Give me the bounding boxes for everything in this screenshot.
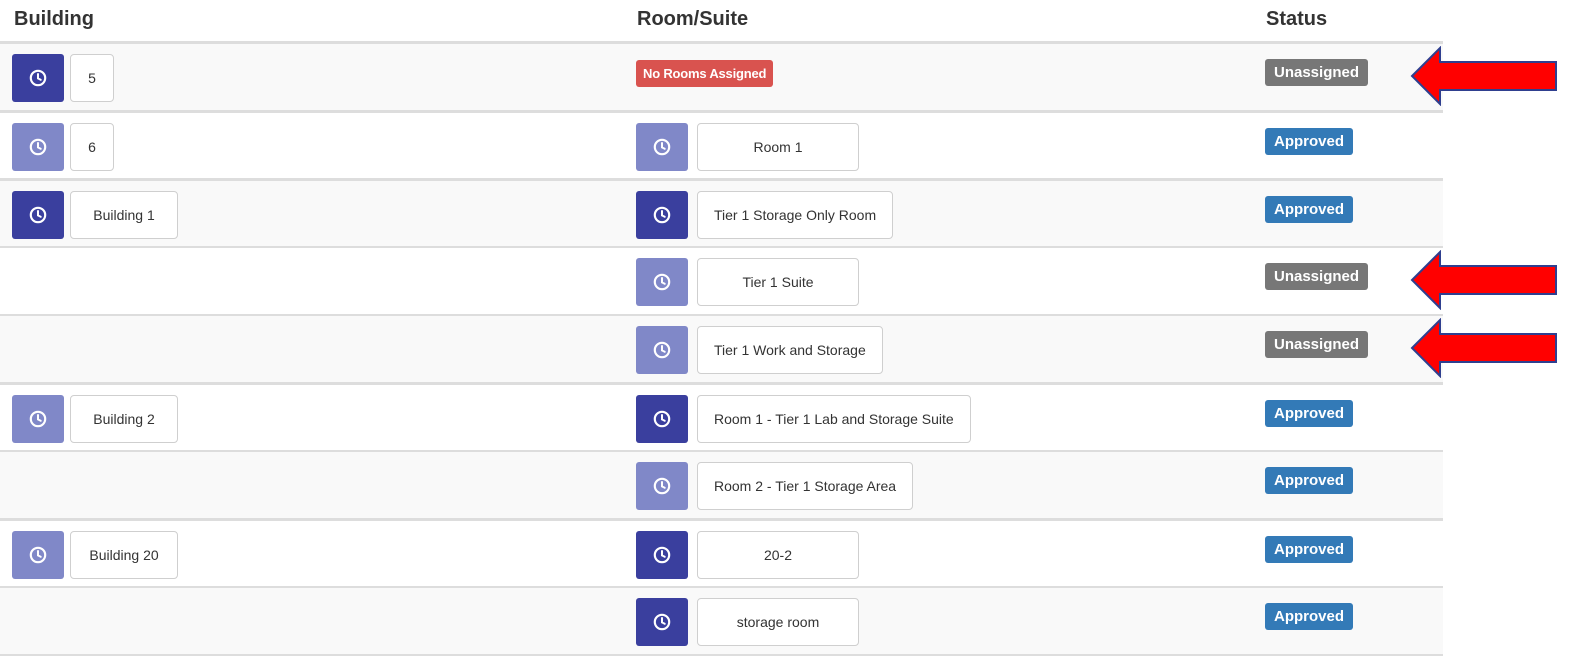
clock-button[interactable] [636,395,688,443]
clock-icon [653,477,671,495]
clock-icon [29,546,47,564]
table-row: Room 2 - Tier 1 Storage Area Approved [0,452,1443,520]
clock-button[interactable] [636,598,688,646]
table-row: Building 20 20-2 Approved [0,520,1443,588]
clock-button[interactable] [12,191,64,239]
red-arrow-annotation [1410,45,1558,107]
no-rooms-badge: No Rooms Assigned [636,60,774,87]
status-badge: Approved [1265,467,1354,494]
clock-button[interactable] [12,54,64,102]
table-row: Building 2 Room 1 - Tier 1 Lab and Storag… [0,384,1443,452]
status-badge: Approved [1265,196,1354,223]
room-name[interactable]: storage room [697,598,859,646]
clock-button[interactable] [636,531,688,579]
clock-icon [653,546,671,564]
red-arrow-annotation [1410,249,1558,311]
room-name[interactable]: Tier 1 Work and Storage [697,326,883,374]
clock-button[interactable] [12,531,64,579]
clock-icon [29,138,47,156]
status-badge: Approved [1265,603,1354,630]
status-badge: Approved [1265,400,1354,427]
table-row: Building 1 Tier 1 Storage Only Room Approv… [0,180,1443,248]
column-header-building: Building [14,8,94,30]
status-badge: Approved [1265,128,1354,155]
clock-button[interactable] [636,191,688,239]
red-arrow-annotation [1410,317,1558,379]
clock-icon [29,206,47,224]
column-header-status: Status [1266,8,1328,30]
table-row: 5 No Rooms Assigned Unassigned [0,44,1443,112]
status-badge: Approved [1265,536,1354,563]
table-row: storage room Approved [0,588,1443,656]
clock-button[interactable] [12,123,64,171]
room-name[interactable]: 20-2 [697,531,859,579]
clock-button[interactable] [636,462,688,510]
clock-button[interactable] [12,395,64,443]
status-badge: Unassigned [1265,331,1369,358]
room-name[interactable]: Tier 1 Suite [697,258,859,306]
clock-icon [653,410,671,428]
status-badge: Unassigned [1265,59,1369,86]
building-name[interactable]: Building 2 [70,395,178,443]
clock-icon [29,410,47,428]
clock-icon [653,138,671,156]
table-row: Tier 1 Work and Storage Unassigned [0,316,1443,384]
room-name[interactable]: Room 2 - Tier 1 Storage Area [697,462,914,510]
clock-icon [653,206,671,224]
building-name[interactable]: 6 [70,123,114,171]
building-name[interactable]: 5 [70,54,114,102]
room-name[interactable]: Room 1 [697,123,859,171]
status-badge: Unassigned [1265,263,1369,290]
clock-icon [29,69,47,87]
clock-button[interactable] [636,326,688,374]
clock-icon [653,273,671,291]
clock-icon [653,341,671,359]
room-name[interactable]: Tier 1 Storage Only Room [697,191,894,239]
clock-button[interactable] [636,258,688,306]
clock-button[interactable] [636,123,688,171]
table-row: Tier 1 Suite Unassigned [0,248,1443,316]
table-header: Building Room/Suite Status [0,0,1443,44]
table-row: 6 Room 1 Approved [0,112,1443,180]
clock-icon [653,613,671,631]
building-name[interactable]: Building 1 [70,191,178,239]
room-name[interactable]: Room 1 - Tier 1 Lab and Storage Suite [697,395,971,443]
building-name[interactable]: Building 20 [70,531,178,579]
column-header-room-suite: Room/Suite [637,8,749,30]
